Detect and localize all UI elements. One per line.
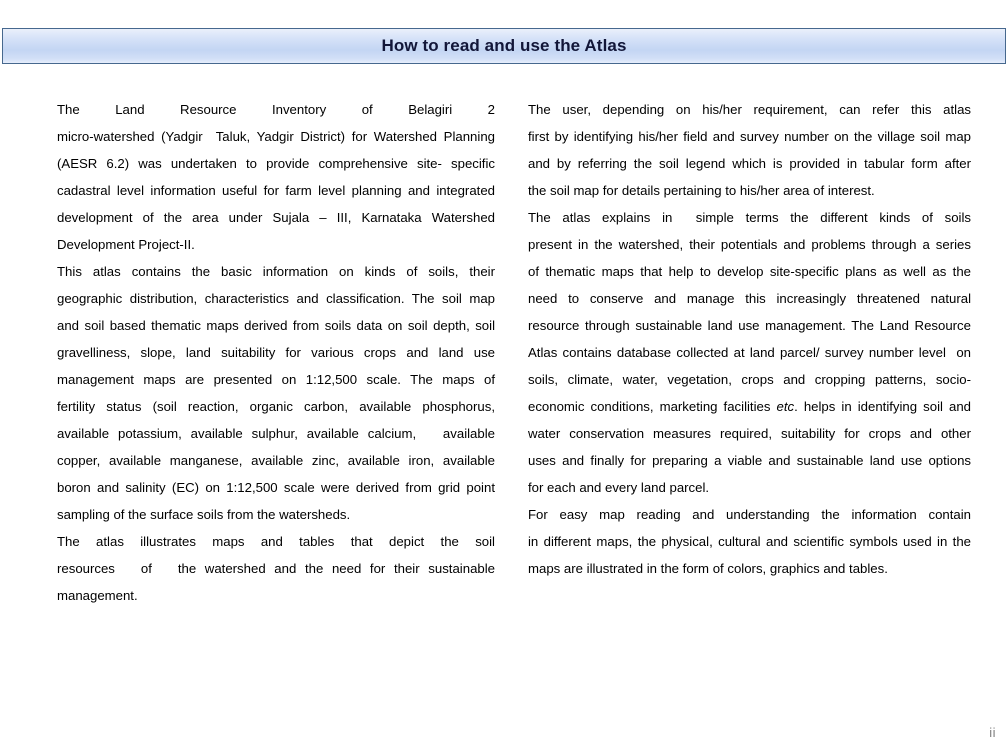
text-line: soils, climate, water, vegetation, crops… — [528, 372, 971, 387]
text-line: need to conserve and manage this increas… — [528, 291, 971, 306]
page-number: ii — [989, 725, 996, 740]
text-line: and soil based thematic maps derived fro… — [57, 318, 495, 333]
right-text-column: The user, depending on his/her requireme… — [528, 96, 971, 582]
text-line: first by identifying his/her field and s… — [528, 129, 971, 144]
paragraph-illustrates: The atlas illustrates maps and tables th… — [57, 528, 495, 609]
text-line: sampling of the surface soils from the w… — [57, 507, 351, 522]
text-line: Atlas contains database collected at lan… — [528, 345, 971, 360]
page-header-banner: How to read and use the Atlas — [2, 28, 1006, 64]
text-line: The atlas illustrates maps and tables th… — [57, 534, 495, 549]
text-line: boron and salinity (EC) on 1:12,500 scal… — [57, 480, 495, 495]
text-line: available potassium, available sulphur, … — [57, 426, 495, 441]
text-line: in different maps, the physical, cultura… — [528, 534, 971, 549]
text-line: cadastral level information useful for f… — [57, 183, 495, 198]
text-line: and by referring the soil legend which i… — [528, 156, 971, 171]
document-body: The Land Resource Inventory of Belagiri … — [0, 96, 1008, 656]
left-text-column: The Land Resource Inventory of Belagiri … — [57, 96, 495, 609]
paragraph-intro: The Land Resource Inventory of Belagiri … — [57, 96, 495, 258]
text-line: of thematic maps that help to develop si… — [528, 264, 971, 279]
italic-term: etc — [776, 399, 795, 414]
text-line: micro-watershed (Yadgir Taluk, Yadgir Di… — [57, 129, 495, 144]
text-line: copper, available manganese, available z… — [57, 453, 495, 468]
page-title: How to read and use the Atlas — [381, 36, 627, 55]
text-line: For easy map reading and understanding t… — [528, 507, 971, 522]
text-line: development of the area under Sujala – I… — [57, 210, 495, 225]
text-line: resources of the watershed and the need … — [57, 561, 495, 576]
text-line: uses and finally for preparing a viable … — [528, 453, 971, 468]
text-line: for each and every land parcel. — [528, 480, 710, 495]
text-line: geographic distribution, characteristics… — [57, 291, 495, 306]
text-line: fertility status (soil reaction, organic… — [57, 399, 495, 414]
text-line: the soil map for details pertaining to h… — [528, 183, 875, 198]
text-fragment: economic conditions, marketing facilitie… — [528, 399, 777, 414]
text-line: management. — [57, 588, 138, 603]
text-line: maps are illustrated in the form of colo… — [528, 561, 888, 576]
text-line: The user, depending on his/her requireme… — [528, 102, 971, 117]
text-line: The Land Resource Inventory of Belagiri … — [57, 102, 495, 117]
text-line: (AESR 6.2) was undertaken to provide com… — [57, 156, 495, 171]
text-line: gravelliness, slope, land suitability fo… — [57, 345, 495, 360]
paragraph-user-guidance: The user, depending on his/her requireme… — [528, 96, 971, 204]
text-line: management maps are presented on 1:12,50… — [57, 372, 495, 387]
paragraph-explains: The atlas explains in simple terms the d… — [528, 204, 971, 501]
paragraph-contents: This atlas contains the basic informatio… — [57, 258, 495, 528]
text-line: water conservation measures required, su… — [528, 426, 971, 441]
text-line: present in the watershed, their potentia… — [528, 237, 971, 252]
text-line: Development Project-II. — [57, 237, 195, 252]
paragraph-map-reading: For easy map reading and understanding t… — [528, 501, 971, 582]
text-line: resource through sustainable land use ma… — [528, 318, 971, 333]
text-line: The atlas explains in simple terms the d… — [528, 210, 971, 225]
text-line: This atlas contains the basic informatio… — [57, 264, 495, 279]
text-fragment: . helps in identifying soil and — [794, 399, 972, 414]
text-line-with-italic: economic conditions, marketing facilitie… — [528, 393, 971, 420]
